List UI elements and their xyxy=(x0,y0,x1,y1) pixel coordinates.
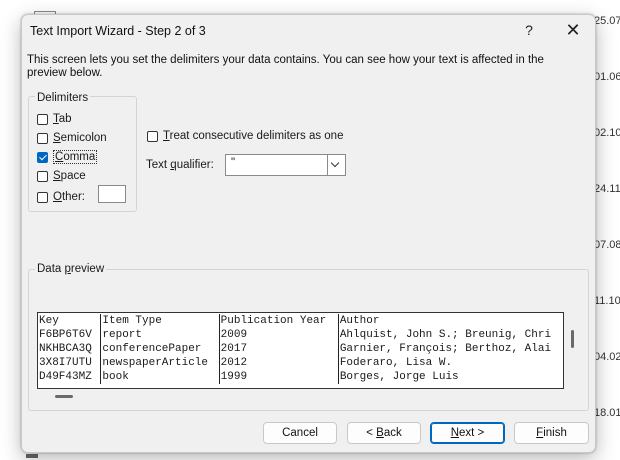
preview-cell: report xyxy=(100,328,220,342)
help-button[interactable]: ? xyxy=(518,19,540,41)
preview-cell: Borges, Jorge Luis xyxy=(339,371,459,383)
next-button[interactable]: Next > xyxy=(430,422,505,444)
preview-cell: Key xyxy=(38,314,102,328)
consecutive-delimiters-label: Treat consecutive delimiters as one xyxy=(163,130,344,142)
delimiters-legend: Delimiters xyxy=(35,92,91,104)
background-cell[interactable]: 02.10 xyxy=(594,127,620,139)
other-label-rest: ther: xyxy=(61,191,85,203)
text-qualifier-value: " xyxy=(231,157,236,169)
back-button[interactable]: < Back xyxy=(347,422,421,444)
preview-row: F6BP6T6V report 2009 Ahlquist, John S.; … xyxy=(38,328,563,342)
tab-checkbox-label: Tab xyxy=(53,113,72,125)
tab-checkbox[interactable] xyxy=(37,113,48,125)
preview-cell: Author xyxy=(339,315,380,327)
preview-cell: 2009 xyxy=(219,328,339,342)
preview-row: Key Item Type Publication Year Author xyxy=(38,314,563,328)
text-import-wizard-dialog: Text Import Wizard - Step 2 of 3 ? ✕ Thi… xyxy=(21,14,596,453)
preview-row: 3X8I7UTU newspaperArticle 2012 Foderaro,… xyxy=(38,356,563,370)
text-qualifier-select[interactable]: " xyxy=(225,154,346,176)
other-checkbox-row[interactable]: Other: xyxy=(37,189,85,205)
background-cell[interactable]: 01.06 xyxy=(594,71,620,83)
preview-table: Key Item Type Publication Year Author F6… xyxy=(38,314,563,384)
preview-cell: Foderaro, Lisa W. xyxy=(339,357,453,369)
consecutive-delimiters-checkbox[interactable] xyxy=(147,130,158,142)
background-cell[interactable]: 25.07 xyxy=(594,15,620,27)
background-cell[interactable]: 04.02 xyxy=(594,351,620,363)
dialog-description: This screen lets you set the delimiters … xyxy=(27,54,544,79)
background-cell[interactable]: 24.11 xyxy=(594,183,620,195)
other-delimiter-input[interactable] xyxy=(98,185,126,203)
text-qualifier-label: Text qualifier: xyxy=(146,159,214,171)
data-preview-grid[interactable]: Key Item Type Publication Year Author F6… xyxy=(37,312,564,389)
comma-checkbox-label: Comma xyxy=(53,150,98,164)
consecutive-label-rest: reat consecutive delimiters as one xyxy=(169,130,344,142)
preview-horizontal-scrollbar[interactable] xyxy=(55,395,73,398)
preview-cell: 2017 xyxy=(219,342,339,356)
preview-cell: 1999 xyxy=(219,370,339,384)
space-checkbox[interactable] xyxy=(37,170,48,182)
semicolon-label-rest: emicolon xyxy=(60,132,107,144)
comma-checkbox-row[interactable]: Comma xyxy=(37,149,98,165)
space-label-rest: pace xyxy=(60,170,86,182)
background-row-marker xyxy=(26,454,38,458)
background-cell[interactable]: 18.01 xyxy=(594,407,620,419)
comma-checkbox[interactable] xyxy=(37,151,48,163)
preview-cell: book xyxy=(100,370,220,384)
other-checkbox[interactable] xyxy=(37,191,48,203)
preview-cell: D49F43MZ xyxy=(38,370,102,384)
semicolon-checkbox-label: Semicolon xyxy=(53,132,107,144)
cancel-button[interactable]: Cancel xyxy=(263,422,337,444)
data-preview-legend: Data preview xyxy=(35,263,107,275)
semicolon-checkbox[interactable] xyxy=(37,132,48,144)
preview-cell: conferencePaper xyxy=(100,342,220,356)
preview-cell: Publication Year xyxy=(219,314,339,328)
preview-vertical-scrollbar[interactable] xyxy=(571,330,574,348)
space-checkbox-label: Space xyxy=(53,170,86,182)
semicolon-checkbox-row[interactable]: Semicolon xyxy=(37,130,107,146)
tab-label-rest: ab xyxy=(58,113,72,125)
finish-button[interactable]: Finish xyxy=(514,422,589,444)
chevron-down-icon[interactable] xyxy=(327,155,345,175)
tab-checkbox-row[interactable]: Tab xyxy=(37,111,72,127)
preview-row: NKHBCA3Q conferencePaper 2017 Garnier, F… xyxy=(38,342,563,356)
preview-cell: newspaperArticle xyxy=(100,356,220,370)
background-cell[interactable]: 11.10 xyxy=(594,295,620,307)
preview-cell: Item Type xyxy=(100,314,220,328)
preview-cell: Garnier, François; Berthoz, Alai xyxy=(339,343,552,355)
close-button[interactable]: ✕ xyxy=(561,19,585,41)
preview-cell: 3X8I7UTU xyxy=(38,356,102,370)
preview-cell: NKHBCA3Q xyxy=(38,342,102,356)
data-preview-group: Data preview Key Item Type Publication Y… xyxy=(28,263,589,411)
preview-cell: Ahlquist, John S.; Breunig, Chri xyxy=(339,329,552,341)
dialog-title: Text Import Wizard - Step 2 of 3 xyxy=(30,24,206,38)
consecutive-delimiters-row[interactable]: Treat consecutive delimiters as one xyxy=(147,128,343,144)
preview-cell: 2012 xyxy=(219,356,339,370)
background-cell[interactable]: 07.08 xyxy=(594,239,620,251)
comma-label-rest: omma xyxy=(63,151,96,163)
preview-cell: F6BP6T6V xyxy=(38,328,102,342)
preview-row: D49F43MZ book 1999 Borges, Jorge Luis xyxy=(38,370,563,384)
space-checkbox-row[interactable]: Space xyxy=(37,168,86,184)
other-checkbox-label: Other: xyxy=(53,191,85,203)
